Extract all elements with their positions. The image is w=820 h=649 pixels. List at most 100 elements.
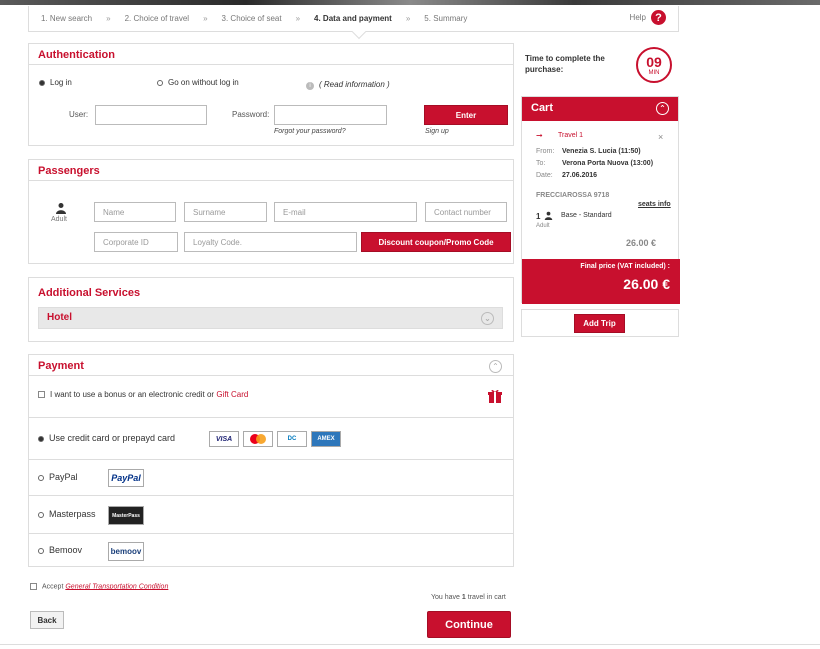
payment-title: Payment	[29, 355, 513, 376]
terms-checkbox-option[interactable]: Accept General Transportation Condition	[30, 583, 168, 590]
paypal-label: PayPal	[49, 472, 78, 482]
additional-services-panel: Additional Services Hotel ⌄	[28, 277, 514, 342]
step-choice-of-seat[interactable]: 3. Choice of seat	[222, 14, 282, 23]
paypal-payment-row[interactable]: PayPal PayPal	[29, 459, 513, 495]
step-separator: »	[106, 14, 111, 23]
bonus-checkbox[interactable]	[38, 391, 45, 399]
paypal-logo-icon: PayPal	[108, 469, 144, 487]
user-label: User:	[69, 110, 89, 119]
from-value: Venezia S. Lucia (11:50)	[562, 148, 641, 155]
travel-count-text: You have 1 travel in cart	[431, 594, 506, 601]
timer-text: Time to complete the purchase:	[525, 54, 605, 74]
bemoov-payment-row[interactable]: Bemoov bemoov	[29, 533, 513, 567]
continue-button[interactable]: Continue	[427, 611, 511, 638]
contact-number-input[interactable]: Contact number	[425, 202, 507, 222]
bonus-payment-row: I want to use a bonus or an electronic c…	[29, 377, 513, 417]
name-input[interactable]: Name	[94, 202, 176, 222]
credit-card-payment-row[interactable]: Use credit card or prepayd card VISA DC …	[29, 417, 513, 459]
purchase-timer: Time to complete the purchase: 09 MIN	[521, 43, 679, 91]
guest-radio[interactable]	[157, 79, 163, 86]
transport-conditions-link[interactable]: General Transportation Condition	[65, 583, 168, 590]
masterpass-option[interactable]: Masterpass	[38, 509, 96, 519]
step-data-and-payment: 4. Data and payment	[314, 14, 392, 23]
discount-coupon-button[interactable]: Discount coupon/Promo Code	[361, 232, 511, 252]
password-label: Password:	[232, 110, 270, 119]
fare-name: Base - Standard	[561, 212, 612, 219]
accept-label: Accept	[42, 583, 64, 591]
active-step-caret	[351, 24, 367, 40]
diners-club-logo-icon: DC	[277, 431, 307, 447]
chevron-down-icon[interactable]: ⌄	[481, 312, 494, 325]
corporate-id-input[interactable]: Corporate ID	[94, 232, 178, 252]
final-price: 26.00 €	[623, 276, 670, 292]
guest-label: Go on without log in	[168, 78, 239, 87]
passengers-title: Passengers	[29, 160, 513, 181]
step-choice-of-travel[interactable]: 2. Choice of travel	[125, 14, 189, 23]
back-button[interactable]: Back	[30, 611, 64, 629]
forgot-password-link[interactable]: Forgot your password?	[274, 128, 346, 135]
browser-top-strip	[0, 0, 820, 5]
terms-checkbox[interactable]	[30, 583, 37, 590]
masterpass-payment-row[interactable]: Masterpass MasterPass	[29, 495, 513, 533]
paypal-option[interactable]: PayPal	[38, 472, 78, 482]
hotel-section-header[interactable]: Hotel ⌄	[38, 307, 503, 329]
authentication-panel: Authentication Log in Go on without log …	[28, 43, 514, 146]
add-trip-box: Add Trip	[521, 309, 679, 337]
seats-info-link[interactable]: seats info	[638, 201, 671, 208]
travel-label: Travel 1	[558, 132, 584, 139]
visa-logo-icon: VISA	[209, 431, 239, 447]
signup-link[interactable]: Sign up	[425, 128, 449, 135]
paypal-radio[interactable]	[38, 474, 44, 481]
cart-title: Cart	[531, 102, 554, 114]
person-icon	[544, 211, 553, 220]
footer-divider	[0, 644, 820, 645]
final-price-box: Final price (VAT included) : 26.00 €	[522, 259, 680, 304]
step-summary: 5. Summary	[424, 14, 468, 23]
date-label: Date:	[536, 172, 553, 179]
read-information-link[interactable]: i ( Read information )	[306, 80, 390, 90]
amex-logo-icon: AMEX	[311, 431, 341, 447]
passenger-count: 1	[536, 212, 541, 221]
enter-button[interactable]: Enter	[424, 105, 508, 125]
gift-icon	[487, 388, 503, 404]
payment-panel: Payment ⌃ I want to use a bonus or an el…	[28, 354, 514, 567]
step-new-search[interactable]: 1. New search	[41, 14, 92, 23]
cart-header: Cart ⌃	[522, 97, 678, 121]
additional-services-title: Additional Services	[38, 287, 141, 299]
travel-count-suffix: travel in cart	[465, 594, 506, 601]
cart-panel: Cart ⌃ ➞ Travel 1 × From: Venezia S. Luc…	[521, 96, 680, 304]
train-name: FRECCIAROSSA 9718	[536, 192, 610, 199]
timer-minutes: 09	[646, 54, 662, 70]
bemoov-option[interactable]: Bemoov	[38, 545, 82, 555]
email-input[interactable]: E-mail	[274, 202, 417, 222]
travel-count-prefix: You have	[431, 594, 462, 601]
remove-travel-icon[interactable]: ×	[658, 132, 663, 142]
step-separator: »	[295, 14, 301, 23]
bemoov-label: Bemoov	[49, 545, 83, 555]
user-input[interactable]	[95, 105, 207, 125]
info-icon: i	[306, 82, 314, 90]
bonus-checkbox-option[interactable]: I want to use a bonus or an electronic c…	[38, 390, 248, 399]
masterpass-radio[interactable]	[38, 511, 44, 518]
chevron-up-icon[interactable]: ⌃	[489, 360, 502, 373]
help-link[interactable]: Help ?	[630, 10, 666, 25]
add-trip-button[interactable]: Add Trip	[574, 314, 625, 333]
bonus-text: I want to use a bonus or an electronic c…	[50, 390, 217, 399]
guest-radio-option[interactable]: Go on without log in	[157, 78, 239, 87]
login-radio[interactable]	[39, 79, 45, 86]
masterpass-label: Masterpass	[49, 509, 96, 519]
credit-card-option[interactable]: Use credit card or prepayd card	[38, 433, 175, 443]
bemoov-radio[interactable]	[38, 547, 44, 554]
password-input[interactable]	[274, 105, 387, 125]
credit-card-radio[interactable]	[38, 435, 44, 442]
to-value: Verona Porta Nuova (13:00)	[562, 160, 654, 167]
surname-input[interactable]: Surname	[184, 202, 267, 222]
help-label: Help	[629, 13, 646, 22]
from-label: From:	[536, 148, 555, 155]
gift-card-link[interactable]: Gift Card	[216, 390, 248, 399]
date-value: 27.06.2016	[562, 172, 598, 179]
login-radio-option[interactable]: Log in	[39, 78, 72, 87]
chevron-up-icon[interactable]: ⌃	[656, 102, 669, 115]
timer-unit: MIN	[648, 70, 660, 76]
loyalty-code-input[interactable]: Loyalty Code.	[184, 232, 357, 252]
